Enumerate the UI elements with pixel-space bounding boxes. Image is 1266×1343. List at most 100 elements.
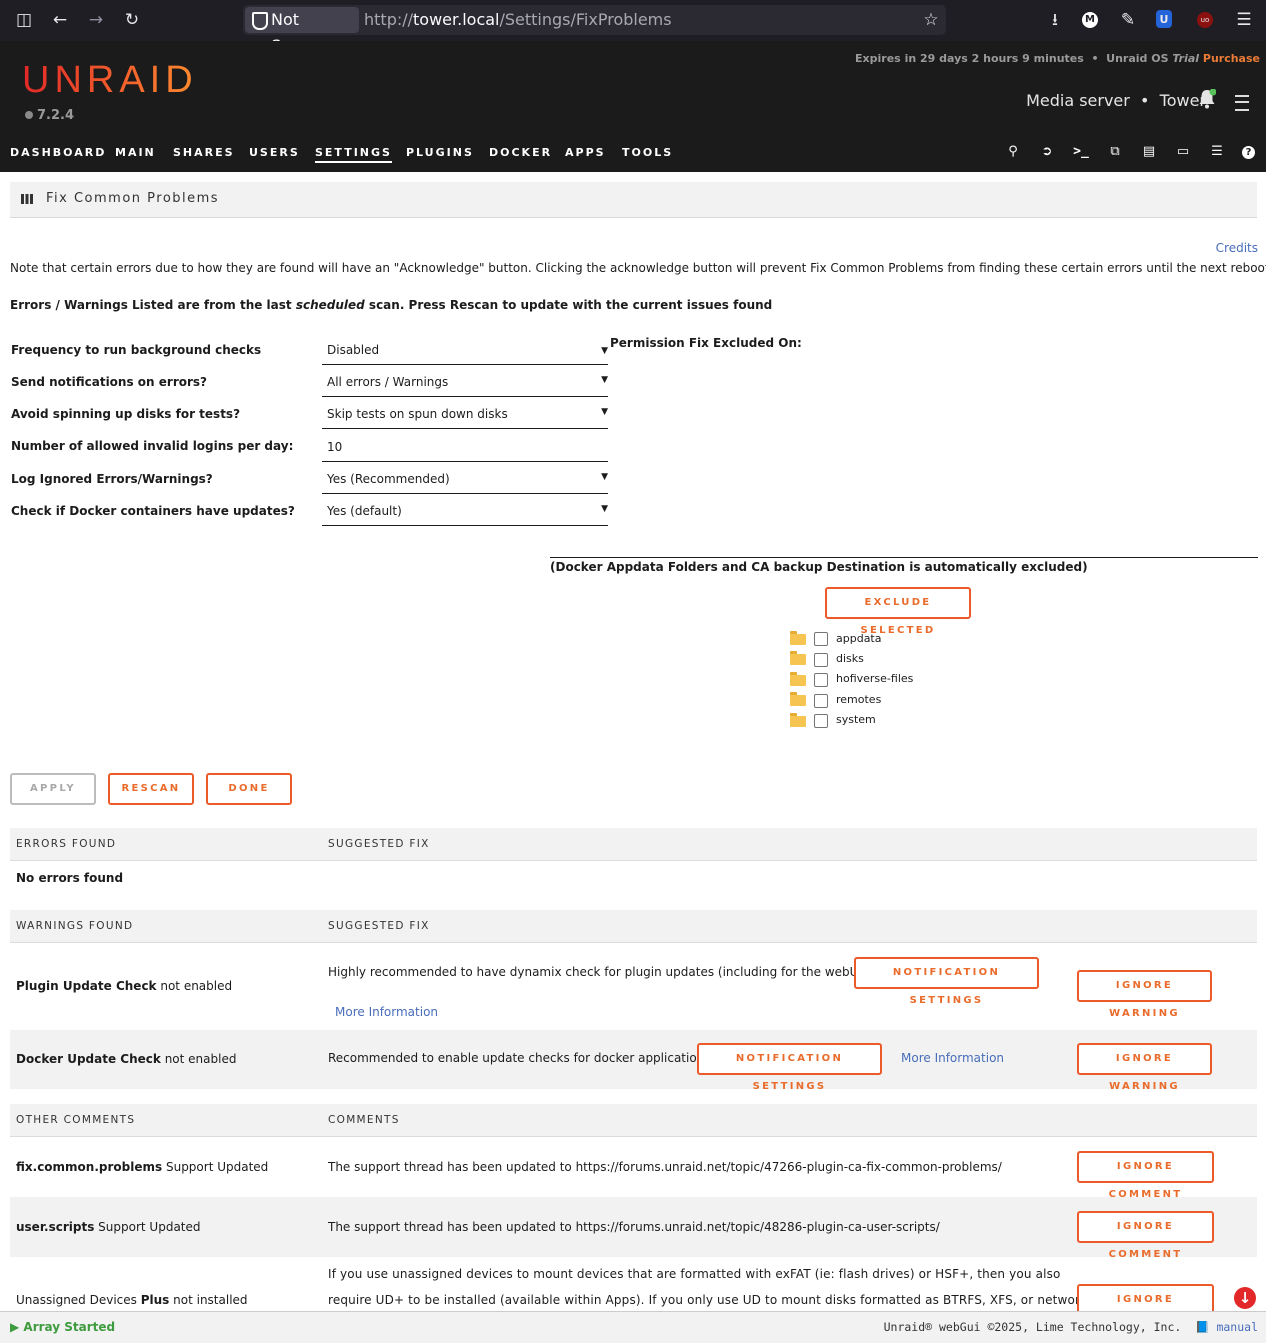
folder-checkbox[interactable] [814, 673, 828, 687]
browser-menu-icon[interactable]: ☰ [1234, 10, 1254, 30]
account-icon[interactable]: M [1082, 12, 1098, 28]
spinup-select[interactable]: Skip tests on spun down disks ▼ [322, 400, 608, 429]
comments-table-header: OTHER COMMENTS COMMENTS [10, 1104, 1257, 1137]
log-icon[interactable]: ☰ [1209, 144, 1225, 160]
warning-name-rest: not enabled [160, 1052, 237, 1066]
table-row: Plugin Update Check not enabled Highly r… [10, 943, 1257, 1030]
permission-divider [550, 557, 1258, 558]
manual-link[interactable]: 📘 manual [1195, 1320, 1258, 1334]
folder-checkbox[interactable] [814, 653, 828, 667]
setting-label: Log Ignored Errors/Warnings? [11, 472, 213, 486]
extensions-icon[interactable]: ✎ [1118, 10, 1138, 30]
nav-docker[interactable]: DOCKER [489, 146, 552, 159]
comment-name-bold: user.scripts [16, 1220, 95, 1234]
nav-dashboard[interactable]: DASHBOARD [10, 146, 106, 159]
notifications-select[interactable]: All errors / Warnings ▼ [322, 368, 608, 397]
nav-settings[interactable]: SETTINGS [315, 146, 392, 163]
apply-button[interactable]: APPLY [10, 773, 96, 805]
sidebar-toggle-icon[interactable]: ◫ [14, 10, 34, 30]
warning-fix: Recommended to enable update checks for … [328, 1051, 711, 1065]
folder-icon [790, 713, 806, 727]
select-value: Yes (Recommended) [327, 472, 450, 486]
nav-main[interactable]: MAIN [115, 146, 156, 159]
nav-tools[interactable]: TOOLS [622, 146, 673, 159]
suggested-fix-head: SUGGESTED FIX [328, 838, 430, 850]
unraid-header: UNRAID 7.2.4 Expires in 29 days 2 hours … [0, 41, 1266, 133]
forward-icon[interactable]: → [86, 10, 106, 30]
invalid-logins-input[interactable]: 10 [322, 433, 608, 462]
chevron-down-icon: ▼ [601, 375, 608, 385]
folder-checkbox[interactable] [814, 714, 828, 728]
ignore-warning-button[interactable]: IGNORE WARNING [1077, 970, 1212, 1019]
feedback-icon[interactable]: ▤ [1141, 144, 1157, 160]
more-information-link[interactable]: More Information [901, 1051, 1004, 1065]
nav-apps[interactable]: APPS [565, 146, 606, 159]
comment-name-bold: Plus [140, 1293, 170, 1307]
notification-bell-icon[interactable] [1198, 89, 1216, 109]
not-secure-badge[interactable]: Not Secure [245, 7, 359, 55]
ignore-comment-button[interactable]: IGNORE COMMENT [1077, 1151, 1214, 1200]
credits-link[interactable]: Credits [1216, 241, 1258, 255]
manual-text: manual [1216, 1320, 1258, 1334]
play-icon: ▶ [10, 1320, 20, 1334]
comment-text-line2: require UD+ to be installed (available w… [328, 1293, 1088, 1307]
reload-icon[interactable]: ↻ [122, 10, 142, 30]
search-icon[interactable]: ⚲ [1005, 144, 1021, 160]
scan-note-c: scan. Press Rescan to update with the cu… [364, 298, 773, 312]
bitwarden-icon[interactable]: U [1156, 10, 1172, 28]
book-icon: 📘 [1195, 1320, 1210, 1334]
notification-settings-button[interactable]: NOTIFICATION SETTINGS [854, 957, 1039, 1006]
chevron-down-icon: ▼ [601, 346, 608, 356]
nav-users[interactable]: USERS [249, 146, 300, 159]
select-value: Skip tests on spun down disks [327, 407, 508, 421]
ublock-icon[interactable]: uo [1197, 12, 1213, 28]
terminal-icon[interactable]: >_ [1073, 144, 1089, 160]
downloads-icon[interactable]: ⭳ [1045, 10, 1065, 30]
browser-toolbar: ◫ ← → ↻ Not Secure http://tower.local/Se… [0, 0, 1266, 55]
purchase-link[interactable]: Purchase [1203, 52, 1260, 65]
warning-name: Docker Update Check not enabled [16, 1052, 236, 1066]
comment-text-line1: If you use unassigned devices to mount d… [328, 1267, 1061, 1281]
version-label[interactable]: 7.2.4 [25, 108, 74, 123]
warning-name-bold: Plugin Update Check [16, 979, 157, 993]
done-button[interactable]: DONE [206, 773, 292, 805]
url-text[interactable]: http://tower.local/Settings/FixProblems [364, 5, 672, 35]
back-icon[interactable]: ← [50, 10, 70, 30]
array-status[interactable]: ▶ Array Started [10, 1320, 115, 1334]
comment-name: Unassigned Devices Plus not installed [16, 1293, 248, 1307]
input-value: 10 [327, 440, 343, 454]
notification-settings-button[interactable]: NOTIFICATION SETTINGS [697, 1043, 882, 1092]
folder-icon [790, 631, 806, 645]
exclude-selected-button[interactable]: EXCLUDE SELECTED [825, 587, 971, 636]
address-bar[interactable]: Not Secure http://tower.local/Settings/F… [243, 5, 946, 55]
folder-checkbox[interactable] [814, 694, 828, 708]
help-icon[interactable]: ? [1242, 146, 1255, 159]
suggested-fix-head: SUGGESTED FIX [328, 920, 430, 932]
folder-name: hofiverse-files [836, 672, 914, 685]
scroll-down-icon[interactable]: ↓ [1234, 1287, 1256, 1309]
unraid-logo[interactable]: UNRAID [22, 59, 198, 102]
ignore-comment-button[interactable]: IGNORE COMMENT [1077, 1211, 1214, 1260]
server-name[interactable]: Media server • Tower [1026, 91, 1206, 110]
ignore-warning-button[interactable]: IGNORE WARNING [1077, 1043, 1212, 1092]
frequency-select[interactable]: Disabled ▼ [322, 336, 608, 365]
nav-shares[interactable]: SHARES [173, 146, 235, 159]
errors-head: ERRORS FOUND [16, 838, 117, 850]
logout-icon[interactable]: ➲ [1039, 144, 1055, 160]
comment-name-a: Unassigned Devices [16, 1293, 141, 1307]
setting-label: Avoid spinning up disks for tests? [11, 407, 241, 421]
bookmark-star-icon[interactable]: ☆ [921, 10, 941, 30]
more-information-link[interactable]: More Information [335, 1005, 438, 1019]
copy-icon[interactable]: ⧉ [1107, 144, 1123, 160]
warning-name-bold: Docker Update Check [16, 1052, 161, 1066]
log-ignored-select[interactable]: Yes (Recommended) ▼ [322, 465, 608, 494]
nav-plugins[interactable]: PLUGINS [406, 146, 474, 159]
monitor-icon[interactable]: ▭ [1175, 144, 1191, 160]
rescan-button[interactable]: RESCAN [108, 773, 194, 805]
docker-updates-select[interactable]: Yes (default) ▼ [322, 497, 608, 526]
table-row: fix.common.problems Support Updated The … [10, 1137, 1257, 1200]
folder-checkbox[interactable] [814, 632, 828, 646]
acknowledge-note: Note that certain errors due to how they… [10, 261, 1266, 275]
header-menu-icon[interactable] [1235, 95, 1249, 111]
folder-icon [790, 672, 806, 686]
